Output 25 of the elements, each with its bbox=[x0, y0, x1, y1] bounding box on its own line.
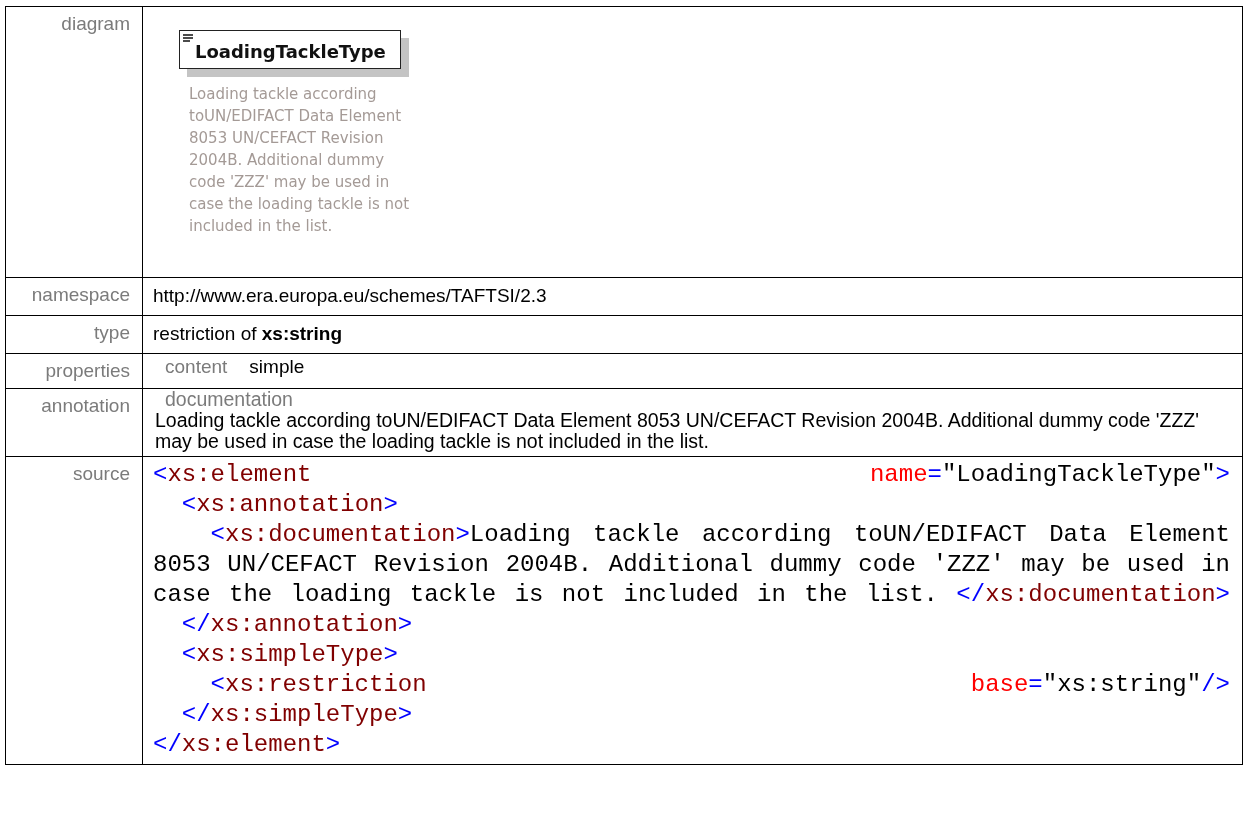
code-line: <xs:simpleType> bbox=[180, 640, 399, 670]
element-name: LoadingTackleType bbox=[195, 40, 386, 62]
code-line: <xs:element name="LoadingTackleType"> bbox=[153, 460, 1230, 490]
code-line: case the loading tackle is not included in the list. </xs:documentation> bbox=[153, 580, 1230, 610]
annotation-title: documentation bbox=[164, 389, 294, 410]
row-label: source bbox=[72, 463, 130, 484]
property-value: simple bbox=[249, 356, 305, 378]
annotation-text: Loading tackle according toUN/EDIFACT Data Element 8053 UN/CEFACT Revision 2004B. Additional dummy code 'ZZZ' may be used in case the loading tackle is not included in the list. bbox=[155, 410, 1200, 452]
field-value: restriction of xs:string bbox=[153, 322, 343, 346]
code-line: </xs:simpleType> bbox=[180, 700, 414, 730]
row-label: diagram bbox=[61, 13, 130, 34]
code-line: <xs:documentation>Loading tackle according toUN/EDIFACT Data Element bbox=[209, 520, 1230, 550]
code-line: </xs:element> bbox=[153, 730, 342, 760]
code-line: <xs:annotation> bbox=[180, 490, 399, 520]
property-key: content bbox=[165, 356, 228, 378]
row-label: namespace bbox=[31, 284, 130, 305]
code-line: <xs:restriction base="xs:string"/> bbox=[209, 670, 1230, 700]
row-label: annotation bbox=[41, 395, 130, 416]
row-label: properties bbox=[45, 360, 130, 381]
code-line: </xs:annotation> bbox=[180, 610, 414, 640]
lines-icon bbox=[183, 34, 193, 42]
field-value: http://www.era.europa.eu/schemes/TAFTSI/2.3 bbox=[153, 284, 548, 308]
element-documentation: Loading tackle according toUN/EDIFACT Data Element 8053 UN/CEFACT Revision 2004B. Additional dummy code 'ZZZ' may be used in case the loading tackle is not included in the list. bbox=[189, 84, 411, 237]
code-line: 8053 UN/CEFACT Revision 2004B. Additional dummy code 'ZZZ' may be used in bbox=[153, 550, 1230, 580]
row-label: type bbox=[94, 322, 130, 343]
